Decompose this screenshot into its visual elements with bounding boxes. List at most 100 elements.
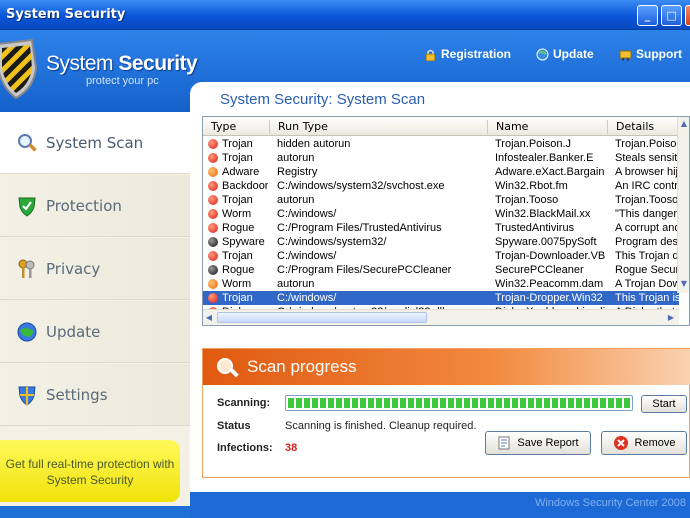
cell-details: An IRC controlled [615,180,679,192]
cell-type: Trojan [222,292,253,304]
table-row[interactable]: Trojan autorun Trojan.Tooso Trojan.Tooso is… [203,193,679,207]
cell-details: Steals sensitive info [615,152,679,164]
column-header-details[interactable]: Details [607,120,654,134]
table-row[interactable]: Trojan autorun Infostealer.Banker.E Steals … [203,151,679,165]
cell-details: Trojan.Tooso is a trojan [615,194,679,206]
sidebar-item-system-scan[interactable]: System Scan [0,112,190,174]
infections-label: Infections: [217,442,273,454]
window-title: System Security [6,7,126,22]
maximize-button[interactable]: □ [661,5,682,26]
column-header-name[interactable]: Name [487,120,528,134]
footer-text: Windows Security Center 2008 [534,497,686,509]
threat-table: Type Run Type Name Details Trojan hidden … [202,116,690,326]
scan-progress-header: Scan progress [203,349,690,385]
table-row[interactable]: Adware Registry Adware.eXact.Bargain A brow… [203,165,679,179]
lock-icon [425,49,436,61]
cell-details: A browser hijacker [615,166,679,178]
threat-level-icon [208,223,218,233]
cell-run-type: C:/windows/system32/svchost.exe [277,180,445,192]
scan-progress-fill [288,398,630,408]
globe-icon [16,321,38,343]
cell-type: Backdoor [222,180,268,192]
cell-name: Trojan.Poison.J [495,138,572,150]
save-report-button[interactable]: Save Report [485,431,591,455]
column-header-type[interactable]: Type [203,120,236,134]
column-header-run-type[interactable]: Run Type [269,120,328,134]
table-row[interactable]: Trojan C:/windows/Trojan-Dropper.Win32 Thi… [203,291,679,305]
cell-details: A corrupt and fake [615,222,679,234]
horizontal-scrollbar[interactable]: ◀ ▶ [203,309,679,325]
cell-name: Win32.Rbot.fm [495,180,568,192]
cell-run-type: C:/Program Files/SecurePCCleaner [277,264,452,276]
cell-name: Adware.eXact.Bargain [495,166,605,178]
cell-run-type: C:/windows/ [277,292,337,304]
infections-count: 38 [285,442,298,454]
cell-type: Trojan [222,152,253,164]
cell-type: Trojan [222,250,253,262]
status-label: Status [217,420,251,432]
sidebar-item-update[interactable]: Update [0,301,190,363]
start-button[interactable]: Start [641,395,687,413]
update-link[interactable]: Update [536,47,594,61]
cell-run-type: C:/windows/system32/ [277,236,387,248]
globe-icon [536,48,549,60]
cell-details: Rogue Security software [615,264,679,276]
cell-run-type: Registry [277,166,318,178]
cell-run-type: autorun [277,278,315,290]
cell-type: Trojan [222,138,253,150]
threat-level-icon [208,293,218,303]
threat-level-icon [208,251,218,261]
table-row[interactable]: Rogue C:/Program Files/TrustedAntivirus Tr… [203,221,679,235]
brand-name: System Security [46,52,198,75]
sidebar-item-protection[interactable]: Protection [0,175,190,237]
cell-type: Worm [222,278,252,290]
close-button[interactable]: × [685,5,690,26]
vertical-scrollbar[interactable]: ▲ ▼ [677,117,689,293]
table-row[interactable]: Trojan hidden autorun Trojan.Poison.J Troja… [203,137,679,151]
scan-progress-panel: Scan progress Scanning: Start Status Sca… [202,348,690,478]
table-row[interactable]: Worm C:/windows/Win32.BlackMail.xx "This d… [203,207,679,221]
keys-icon [16,258,38,280]
remove-button[interactable]: Remove [601,431,687,455]
footer: Windows Security Center 2008 [190,492,690,518]
cell-run-type: hidden autorun [277,138,351,150]
table-row[interactable]: Worm autorun Win32.Peacomm.dam A Trojan Dow… [203,277,679,291]
table-row[interactable]: Spyware C:/windows/system32/Spyware.0075p… [203,235,679,249]
registration-link[interactable]: Registration [424,47,511,61]
table-row[interactable]: Rogue C:/Program Files/SecurePCCleaner Sec… [203,263,679,277]
sidebar-item-privacy[interactable]: Privacy [0,238,190,300]
cell-details: This Trojan is dangerous [615,292,679,304]
cell-run-type: C:/windows/ [277,250,337,262]
report-icon [498,436,510,450]
threat-level-icon [208,167,218,177]
threat-level-icon [208,209,218,219]
horizontal-scroll-thumb[interactable] [217,312,427,323]
promo-banner[interactable]: Get full real-time protection with Syste… [0,440,180,502]
cell-name: Spyware.0075pySoft [495,236,597,248]
brand-tagline: protect your pc [86,75,159,87]
sidebar-item-settings[interactable]: Settings [0,364,190,426]
scroll-down-icon[interactable]: ▼ [678,277,689,291]
cell-details: This Trojan downloads [615,250,679,262]
scanning-label: Scanning: [217,397,271,409]
cell-name: TrustedAntivirus [495,222,575,234]
magnifier-icon [217,358,239,378]
table-row[interactable]: Trojan C:/windows/Trojan-Downloader.VBS Th… [203,249,679,263]
shield-logo-icon [0,38,38,100]
cell-name: Win32.BlackMail.xx [495,208,591,220]
cell-name: Win32.Peacomm.dam [495,278,604,290]
scroll-up-icon[interactable]: ▲ [678,117,689,131]
cell-details: "This dangerous worm [615,208,679,220]
minimize-button[interactable]: _ [637,5,658,26]
scroll-right-icon[interactable]: ▶ [665,311,677,325]
cell-name: Trojan-Downloader.VBS [495,250,605,262]
table-row[interactable]: Backdoor C:/windows/system32/svchost.exe W… [203,179,679,193]
cell-run-type: autorun [277,194,315,206]
cell-type: Rogue [222,222,255,234]
support-link[interactable]: Support [619,47,682,61]
scan-progress-bar [285,395,633,411]
main-panel: System Security: System Scan Type Run Ty… [190,82,690,492]
threat-level-icon [208,181,218,191]
scroll-left-icon[interactable]: ◀ [203,311,215,325]
cell-type: Worm [222,208,252,220]
